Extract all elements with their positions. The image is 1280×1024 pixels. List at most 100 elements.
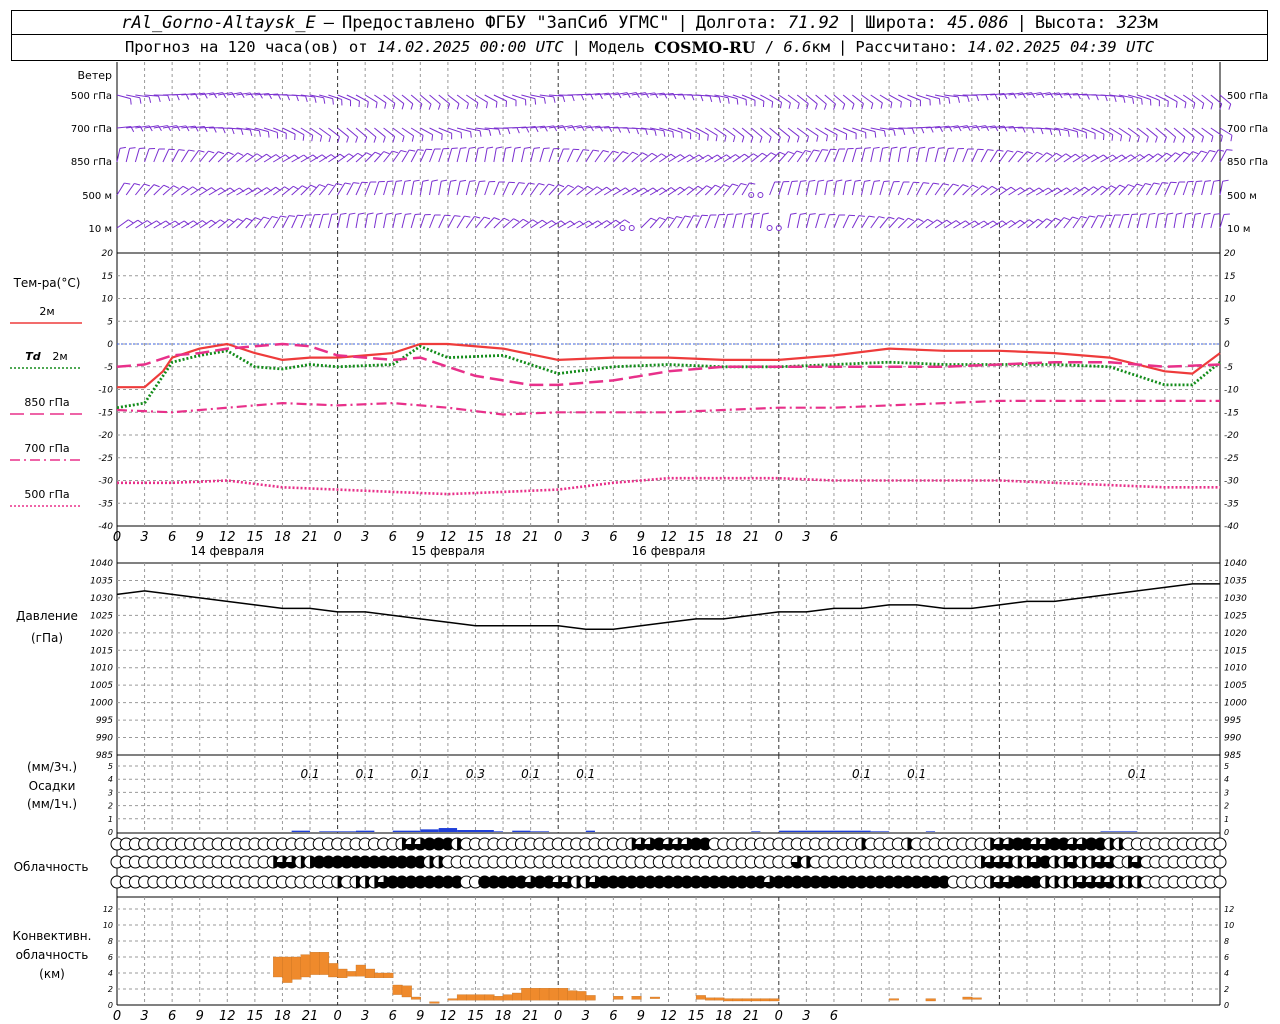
wind-barb-feather <box>1001 186 1007 191</box>
wind-barb-feather <box>227 151 234 156</box>
wind-barb-feather <box>890 102 893 109</box>
wind-barb-feather <box>417 149 424 151</box>
pressure-tick-right: 1010 <box>1224 664 1247 674</box>
wind-barb-feather <box>1128 184 1135 188</box>
wind-barb <box>521 182 530 196</box>
wind-barb-feather <box>301 185 308 189</box>
wind-barb <box>842 148 849 163</box>
wind-barb-feather <box>413 179 420 182</box>
wind-barb-feather <box>779 102 783 109</box>
wind-barb <box>1219 214 1225 229</box>
wind-barb-feather <box>874 131 877 138</box>
wind-barb-feather <box>856 147 863 150</box>
wind-barb-feather <box>663 130 666 137</box>
wind-barb-feather <box>456 103 460 110</box>
wind-barb <box>833 148 840 163</box>
wind-barb <box>346 214 350 229</box>
wind-barb-feather <box>128 219 134 224</box>
wind-barb-feather <box>240 128 244 136</box>
wind-barb-feather <box>809 179 816 182</box>
convective-bar <box>374 972 385 978</box>
temp-legend-label: 850 гПа <box>24 396 69 409</box>
wind-barb <box>511 182 520 196</box>
pressure-tick-left: 1030 <box>90 594 113 604</box>
wind-barb-feather <box>402 136 405 143</box>
wind-barb <box>530 183 540 196</box>
wind-barb <box>125 183 135 196</box>
wind-barb-feather <box>153 184 160 188</box>
wind-barb-feather <box>310 184 317 189</box>
wind-barb <box>475 216 485 229</box>
conv-tick-left: 12 <box>103 905 113 914</box>
wind-barb <box>907 182 914 196</box>
wind-barb-feather <box>864 179 871 182</box>
wind-barb-feather <box>900 101 902 108</box>
wind-barb <box>750 127 763 138</box>
wind-barb-feather <box>543 97 546 104</box>
wind-barb <box>429 94 441 105</box>
pressure-tick-right: 1030 <box>1224 594 1247 604</box>
wind-barb <box>539 220 552 229</box>
wind-barb-feather <box>997 149 1004 152</box>
wind-barb-feather <box>819 213 826 216</box>
wind-barb <box>1210 214 1215 229</box>
cloud-cover-symbols <box>110 837 1227 889</box>
wind-barb-feather <box>759 136 763 143</box>
wind-calm-symbol <box>619 225 626 231</box>
wind-barb-feather <box>1195 212 1202 215</box>
wind-barb-feather <box>806 136 809 143</box>
wind-barb-feather <box>375 102 378 109</box>
wind-barb <box>833 94 846 105</box>
conv-tick-right: 6 <box>1224 953 1229 962</box>
wind-barb-feather <box>919 146 926 149</box>
wind-barb-feather <box>405 213 412 215</box>
conv-tick-right: 8 <box>1224 937 1229 946</box>
wind-barb-feather <box>651 152 658 157</box>
wind-barb <box>520 148 525 163</box>
convective-bar <box>649 996 660 999</box>
wind-barb-feather <box>858 215 865 217</box>
precip-tick-right: 1 <box>1224 815 1229 824</box>
temp-tick-right: 5 <box>1224 317 1230 327</box>
wind-barb <box>447 94 460 104</box>
wind-barb-feather <box>1201 103 1205 110</box>
convective-bar <box>300 954 311 978</box>
wind-barb-feather <box>451 147 458 150</box>
wind-barb-feather <box>1175 101 1178 108</box>
hour-tick-label: 0 <box>333 530 341 545</box>
hour-tick-label: 21 <box>743 530 760 545</box>
hour-tick-label: 0 <box>554 1009 562 1024</box>
wind-barb <box>1045 217 1056 229</box>
wind-barb-feather <box>816 135 819 142</box>
wind-barb-feather <box>208 150 215 154</box>
wind-barb-feather <box>411 135 415 142</box>
wind-barb <box>1008 150 1018 163</box>
wind-barb-feather <box>1185 212 1192 215</box>
hour-tick-label: 18 <box>495 1009 512 1024</box>
wind-barb <box>934 219 947 229</box>
wind-barb-feather <box>864 147 871 149</box>
wind-barb-feather <box>724 135 727 142</box>
wind-barb <box>851 215 860 229</box>
wind-barb <box>190 186 203 196</box>
wind-level-700hpa: 700 гПа <box>71 124 112 135</box>
wind-barb <box>897 181 904 196</box>
wind-barb-feather <box>1076 131 1079 138</box>
wind-barb-feather <box>513 218 520 222</box>
wind-barb-feather <box>173 185 180 189</box>
wind-calm-symbol <box>628 225 635 231</box>
precip-tick-right: 4 <box>1224 775 1229 784</box>
wind-barb-feather <box>1200 150 1207 154</box>
wind-barb-feather <box>624 219 630 224</box>
precip-tick-right: 5 <box>1224 762 1229 771</box>
wind-barb <box>190 150 199 163</box>
wind-barb-feather <box>454 215 461 217</box>
hour-tick-label: 15 <box>467 1009 484 1024</box>
wind-barb-feather <box>948 97 951 104</box>
wind-barb <box>879 148 884 163</box>
wind-barb-feather <box>1209 150 1216 153</box>
wind-barb <box>1191 214 1196 229</box>
hour-tick-label: 9 <box>416 530 424 545</box>
wind-barb <box>493 181 500 196</box>
wind-barb-feather <box>985 94 989 101</box>
